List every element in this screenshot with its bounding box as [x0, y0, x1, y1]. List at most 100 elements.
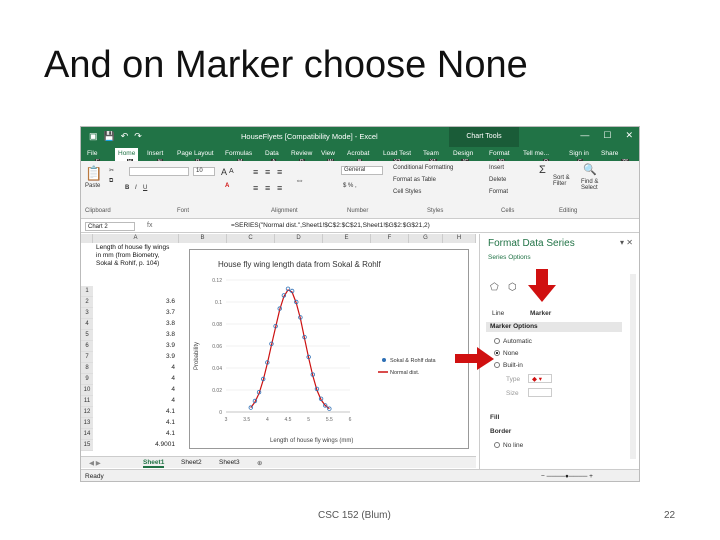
fx-icon[interactable]: fx — [147, 222, 152, 229]
tab-tell-me[interactable]: Tell me... — [523, 150, 549, 157]
add-sheet-icon[interactable]: ⊕ — [257, 459, 262, 467]
corner-select[interactable] — [81, 234, 93, 243]
row-header[interactable]: 14 — [81, 429, 93, 440]
bold-button[interactable]: B — [125, 185, 129, 191]
column-header[interactable]: A — [93, 234, 179, 243]
find-icon[interactable]: 🔍 — [583, 163, 597, 176]
copy-icon[interactable]: ⧉ — [109, 178, 113, 185]
close-icon[interactable]: ▾ ✕ — [620, 238, 633, 247]
find-select-button[interactable]: Find & Select — [581, 179, 609, 191]
tab-line[interactable]: Line — [492, 310, 504, 317]
cell-value[interactable]: 3.6 — [95, 298, 175, 305]
align-center-icon[interactable]: ≡ — [265, 183, 270, 193]
cell-value[interactable]: 4.9001 — [95, 441, 175, 448]
grow-font-icon[interactable]: A — [221, 167, 227, 177]
format-as-table-button[interactable]: Format as Table — [393, 177, 436, 183]
row-header[interactable]: 8 — [81, 363, 93, 374]
cell-value[interactable]: 3.9 — [95, 353, 175, 360]
radio-none[interactable]: None — [494, 350, 519, 357]
legend-label[interactable]: Normal dist. — [390, 370, 420, 376]
cell-value[interactable]: 3.7 — [95, 309, 175, 316]
chart-area[interactable]: House fly wing length data from Sokal & … — [189, 249, 469, 449]
tab-format[interactable]: Format — [489, 150, 510, 157]
radio-built-in[interactable]: Built-in — [494, 362, 523, 369]
row-header[interactable]: 13 — [81, 418, 93, 429]
align-middle-icon[interactable]: ≡ — [265, 167, 270, 177]
tab-review[interactable]: Review — [291, 150, 312, 157]
sheet-nav-icon[interactable]: ◀ ▶ — [89, 459, 101, 467]
row-header[interactable]: 5 — [81, 330, 93, 341]
tab-formulas[interactable]: Formulas — [225, 150, 252, 157]
paste-button[interactable]: Paste — [85, 183, 100, 189]
cell-value[interactable]: 4.1 — [95, 430, 175, 437]
tab-team[interactable]: Team — [423, 150, 439, 157]
merge-icon[interactable]: ⇔ — [295, 175, 304, 185]
delete-cells-button[interactable]: Delete — [489, 177, 506, 183]
marker-options-header[interactable]: Marker Options — [486, 322, 622, 332]
row-header[interactable]: 2 — [81, 297, 93, 308]
redo-icon[interactable]: ↷ — [134, 131, 142, 142]
data-point[interactable] — [327, 406, 332, 411]
radio-automatic[interactable]: Automatic — [494, 338, 532, 345]
tab-data[interactable]: Data — [265, 150, 279, 157]
align-left-icon[interactable]: ≡ — [253, 183, 258, 193]
undo-icon[interactable]: ↶ — [121, 131, 129, 142]
series-options-dropdown[interactable]: Series Options — [488, 254, 531, 261]
cell-value[interactable]: 4.1 — [95, 419, 175, 426]
row-header[interactable]: 6 — [81, 341, 93, 352]
size-stepper[interactable] — [528, 388, 552, 397]
name-box[interactable]: Chart 2 — [85, 222, 135, 231]
column-header[interactable]: F — [371, 234, 409, 243]
formula-input[interactable]: =SERIES("Normal dist.",Sheet1!$C$2:$C$21… — [231, 222, 430, 229]
save-icon[interactable]: 💾 — [104, 131, 115, 142]
row-header[interactable]: 7 — [81, 352, 93, 363]
column-header[interactable]: B — [179, 234, 227, 243]
close-icon[interactable]: ✕ — [625, 130, 633, 141]
column-header[interactable]: E — [323, 234, 371, 243]
cell-value[interactable]: 4 — [95, 375, 175, 382]
sign-in-link[interactable]: Sign in — [569, 150, 589, 157]
cut-icon[interactable]: ✂ — [109, 167, 114, 174]
row-header[interactable]: 3 — [81, 308, 93, 319]
row-header[interactable]: 9 — [81, 374, 93, 385]
tab-marker[interactable]: Marker — [530, 310, 551, 317]
cell-value[interactable]: 3.8 — [95, 320, 175, 327]
share-button[interactable]: Share — [601, 150, 618, 157]
tab-sheet2[interactable]: Sheet2 — [181, 459, 202, 466]
column-header[interactable]: C — [227, 234, 275, 243]
column-header[interactable]: G — [409, 234, 443, 243]
minimize-icon[interactable]: — — [580, 130, 589, 141]
tab-insert[interactable]: Insert — [147, 150, 163, 157]
row-header[interactable]: 4 — [81, 319, 93, 330]
format-cells-button[interactable]: Format — [489, 189, 508, 195]
italic-button[interactable]: I — [135, 185, 137, 191]
cell-value[interactable]: 4 — [95, 397, 175, 404]
align-right-icon[interactable]: ≡ — [277, 183, 282, 193]
cell-styles-button[interactable]: Cell Styles — [393, 189, 421, 195]
currency-icon[interactable]: $ % , — [343, 183, 357, 189]
column-header[interactable]: D — [275, 234, 323, 243]
font-color-icon[interactable]: A — [225, 183, 229, 189]
tab-acrobat[interactable]: Acrobat — [347, 150, 369, 157]
cell-value[interactable]: 4 — [95, 386, 175, 393]
row-header[interactable]: 15 — [81, 440, 93, 451]
tab-page-layout[interactable]: Page Layout — [177, 150, 214, 157]
maximize-icon[interactable]: ☐ — [603, 130, 611, 141]
underline-button[interactable]: U — [143, 185, 147, 191]
insert-cells-button[interactable]: Insert — [489, 165, 504, 171]
tab-file[interactable]: File — [87, 150, 97, 157]
tab-view[interactable]: View — [321, 150, 335, 157]
radio-no-line[interactable]: No line — [494, 442, 523, 449]
paste-icon[interactable]: 📋 — [85, 165, 102, 182]
pane-scrollbar[interactable] — [630, 274, 636, 459]
effects-icon[interactable]: ⬡ — [508, 282, 517, 293]
tab-load-test[interactable]: Load Test — [383, 150, 411, 157]
tab-sheet1[interactable]: Sheet1 — [143, 459, 165, 468]
fill-section[interactable]: Fill — [490, 414, 499, 421]
tab-sheet3[interactable]: Sheet3 — [219, 459, 240, 466]
type-select[interactable]: ◆ ▾ — [528, 374, 552, 383]
number-format-select[interactable]: General — [341, 166, 383, 175]
tab-design[interactable]: Design — [453, 150, 473, 157]
chart-svg[interactable]: 0 0.02 0.04 0.06 0.08 0.1 0.12 3 3.5 4 4.5 5 5.5 6 Pr… — [190, 250, 468, 448]
column-header[interactable]: H — [443, 234, 476, 243]
